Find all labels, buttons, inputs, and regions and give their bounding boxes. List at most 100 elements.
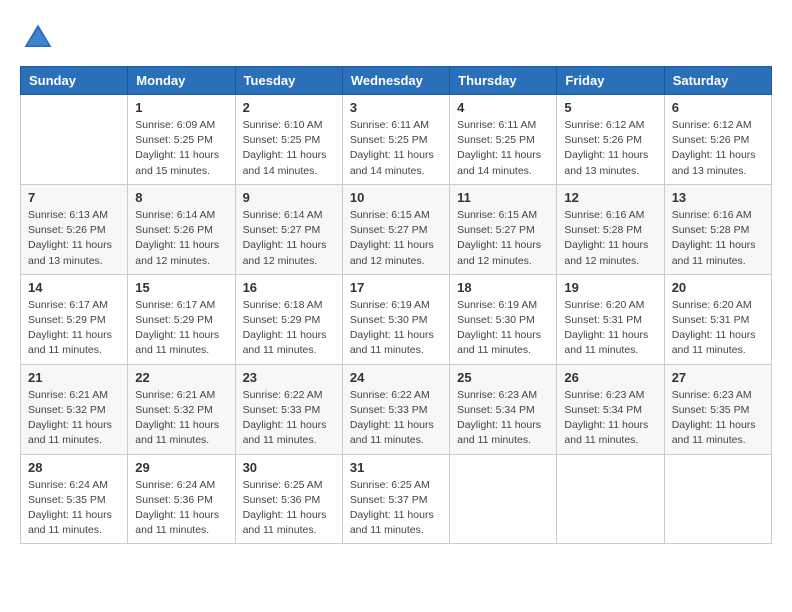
day-info: Sunrise: 6:18 AMSunset: 5:29 PMDaylight:… [243,298,335,359]
day-number: 19 [564,280,656,295]
day-number: 11 [457,190,549,205]
calendar-cell [557,454,664,544]
day-number: 23 [243,370,335,385]
calendar-cell: 31 Sunrise: 6:25 AMSunset: 5:37 PMDayligh… [342,454,449,544]
day-number: 20 [672,280,764,295]
logo [20,20,62,56]
day-info: Sunrise: 6:13 AMSunset: 5:26 PMDaylight:… [28,208,120,269]
day-number: 2 [243,100,335,115]
calendar-cell [664,454,771,544]
calendar-week-row: 21 Sunrise: 6:21 AMSunset: 5:32 PMDayligh… [21,364,772,454]
day-number: 29 [135,460,227,475]
calendar-cell: 17 Sunrise: 6:19 AMSunset: 5:30 PMDayligh… [342,274,449,364]
day-info: Sunrise: 6:23 AMSunset: 5:35 PMDaylight:… [672,388,764,449]
day-number: 17 [350,280,442,295]
calendar-cell: 12 Sunrise: 6:16 AMSunset: 5:28 PMDayligh… [557,184,664,274]
calendar-cell: 5 Sunrise: 6:12 AMSunset: 5:26 PMDaylight… [557,95,664,185]
day-number: 6 [672,100,764,115]
calendar-cell: 21 Sunrise: 6:21 AMSunset: 5:32 PMDayligh… [21,364,128,454]
calendar-cell: 19 Sunrise: 6:20 AMSunset: 5:31 PMDayligh… [557,274,664,364]
day-number: 13 [672,190,764,205]
day-number: 5 [564,100,656,115]
day-number: 14 [28,280,120,295]
day-number: 28 [28,460,120,475]
calendar-table: SundayMondayTuesdayWednesdayThursdayFrid… [20,66,772,544]
calendar-cell: 30 Sunrise: 6:25 AMSunset: 5:36 PMDayligh… [235,454,342,544]
day-number: 18 [457,280,549,295]
day-number: 1 [135,100,227,115]
calendar-cell: 4Sunrise: 6:11 AMSunset: 5:25 PMDaylight… [450,95,557,185]
calendar-header-sunday: Sunday [21,67,128,95]
calendar-week-row: 7 Sunrise: 6:13 AMSunset: 5:26 PMDaylight… [21,184,772,274]
day-number: 30 [243,460,335,475]
calendar-cell: 11 Sunrise: 6:15 AMSunset: 5:27 PMDayligh… [450,184,557,274]
day-info: Sunrise: 6:10 AMSunset: 5:25 PMDaylight:… [243,118,335,179]
day-info: Sunrise: 6:12 AMSunset: 5:26 PMDaylight:… [564,118,656,179]
header [20,20,772,56]
calendar-week-row: 14 Sunrise: 6:17 AMSunset: 5:29 PMDayligh… [21,274,772,364]
calendar-cell [21,95,128,185]
calendar-cell [450,454,557,544]
day-number: 4 [457,100,549,115]
day-info: Sunrise: 6:16 AMSunset: 5:28 PMDaylight:… [564,208,656,269]
day-number: 10 [350,190,442,205]
day-info: Sunrise: 6:23 AMSunset: 5:34 PMDaylight:… [457,388,549,449]
calendar-cell: 8Sunrise: 6:14 AMSunset: 5:26 PMDaylight… [128,184,235,274]
day-info: Sunrise: 6:14 AMSunset: 5:26 PMDaylight:… [135,208,227,269]
day-info: Sunrise: 6:19 AMSunset: 5:30 PMDaylight:… [457,298,549,359]
day-info: Sunrise: 6:09 AMSunset: 5:25 PMDaylight:… [135,118,227,179]
day-number: 21 [28,370,120,385]
calendar-cell: 9 Sunrise: 6:14 AMSunset: 5:27 PMDaylight… [235,184,342,274]
day-number: 9 [243,190,335,205]
day-info: Sunrise: 6:15 AMSunset: 5:27 PMDaylight:… [457,208,549,269]
day-number: 7 [28,190,120,205]
calendar-cell: 10 Sunrise: 6:15 AMSunset: 5:27 PMDayligh… [342,184,449,274]
day-info: Sunrise: 6:16 AMSunset: 5:28 PMDaylight:… [672,208,764,269]
day-number: 12 [564,190,656,205]
day-info: Sunrise: 6:20 AMSunset: 5:31 PMDaylight:… [564,298,656,359]
day-number: 26 [564,370,656,385]
day-info: Sunrise: 6:25 AMSunset: 5:36 PMDaylight:… [243,478,335,539]
calendar-cell: 25Sunrise: 6:23 AMSunset: 5:34 PMDayligh… [450,364,557,454]
calendar-cell: 27 Sunrise: 6:23 AMSunset: 5:35 PMDayligh… [664,364,771,454]
day-number: 27 [672,370,764,385]
day-info: Sunrise: 6:15 AMSunset: 5:27 PMDaylight:… [350,208,442,269]
calendar-header-row: SundayMondayTuesdayWednesdayThursdayFrid… [21,67,772,95]
calendar-cell: 14Sunrise: 6:17 AMSunset: 5:29 PMDayligh… [21,274,128,364]
calendar-cell: 24Sunrise: 6:22 AMSunset: 5:33 PMDayligh… [342,364,449,454]
day-info: Sunrise: 6:23 AMSunset: 5:34 PMDaylight:… [564,388,656,449]
logo-icon [20,20,56,56]
calendar-cell: 28 Sunrise: 6:24 AMSunset: 5:35 PMDayligh… [21,454,128,544]
calendar-header-friday: Friday [557,67,664,95]
day-number: 15 [135,280,227,295]
day-info: Sunrise: 6:24 AMSunset: 5:35 PMDaylight:… [28,478,120,539]
calendar-header-monday: Monday [128,67,235,95]
calendar-cell: 23 Sunrise: 6:22 AMSunset: 5:33 PMDayligh… [235,364,342,454]
day-info: Sunrise: 6:22 AMSunset: 5:33 PMDaylight:… [243,388,335,449]
day-info: Sunrise: 6:21 AMSunset: 5:32 PMDaylight:… [135,388,227,449]
calendar-week-row: 1 Sunrise: 6:09 AMSunset: 5:25 PMDaylight… [21,95,772,185]
calendar-cell: 1 Sunrise: 6:09 AMSunset: 5:25 PMDaylight… [128,95,235,185]
calendar-cell: 22 Sunrise: 6:21 AMSunset: 5:32 PMDayligh… [128,364,235,454]
calendar-header-saturday: Saturday [664,67,771,95]
calendar-header-wednesday: Wednesday [342,67,449,95]
day-info: Sunrise: 6:14 AMSunset: 5:27 PMDaylight:… [243,208,335,269]
day-number: 31 [350,460,442,475]
calendar-week-row: 28 Sunrise: 6:24 AMSunset: 5:35 PMDayligh… [21,454,772,544]
day-number: 16 [243,280,335,295]
calendar-cell: 3Sunrise: 6:11 AMSunset: 5:25 PMDaylight… [342,95,449,185]
calendar-cell: 26 Sunrise: 6:23 AMSunset: 5:34 PMDayligh… [557,364,664,454]
day-info: Sunrise: 6:25 AMSunset: 5:37 PMDaylight:… [350,478,442,539]
day-number: 22 [135,370,227,385]
calendar-cell: 18 Sunrise: 6:19 AMSunset: 5:30 PMDayligh… [450,274,557,364]
day-info: Sunrise: 6:19 AMSunset: 5:30 PMDaylight:… [350,298,442,359]
day-info: Sunrise: 6:12 AMSunset: 5:26 PMDaylight:… [672,118,764,179]
calendar-cell: 7 Sunrise: 6:13 AMSunset: 5:26 PMDaylight… [21,184,128,274]
day-info: Sunrise: 6:24 AMSunset: 5:36 PMDaylight:… [135,478,227,539]
day-number: 3 [350,100,442,115]
day-info: Sunrise: 6:17 AMSunset: 5:29 PMDaylight:… [135,298,227,359]
calendar-cell: 15 Sunrise: 6:17 AMSunset: 5:29 PMDayligh… [128,274,235,364]
day-info: Sunrise: 6:21 AMSunset: 5:32 PMDaylight:… [28,388,120,449]
calendar-header-thursday: Thursday [450,67,557,95]
day-info: Sunrise: 6:20 AMSunset: 5:31 PMDaylight:… [672,298,764,359]
